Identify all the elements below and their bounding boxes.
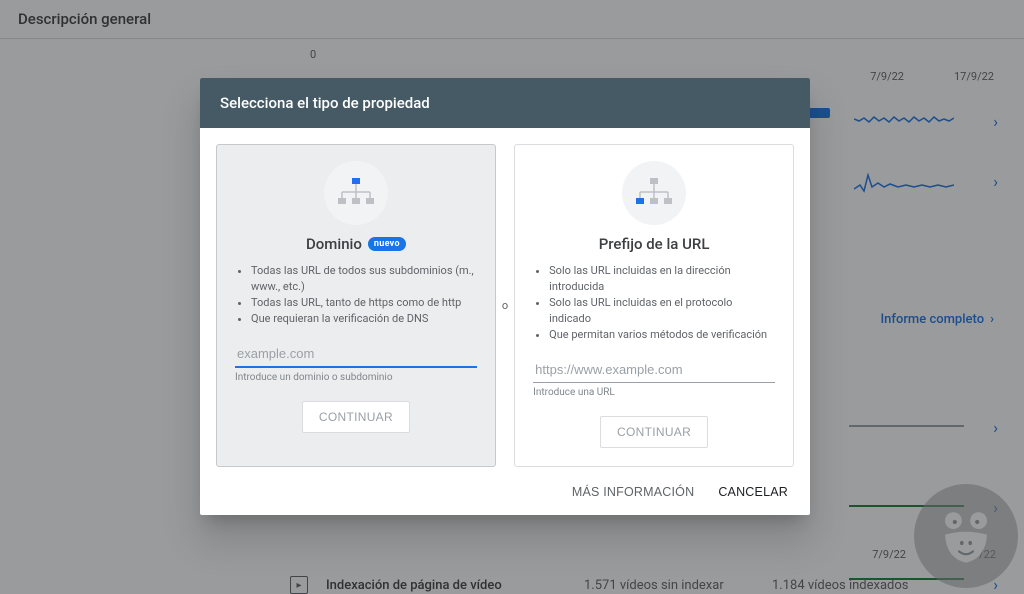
domain-card-bullets: Todas las URL de todos sus subdominios (… [235,263,477,327]
url-card-title: Prefijo de la URL [599,235,710,253]
bullet: Que permitan varios métodos de verificac… [549,327,775,343]
url-input-field [533,357,775,383]
url-prefix-card[interactable]: Prefijo de la URL Solo las URL incluidas… [514,144,794,467]
url-continue-button[interactable]: CONTINUAR [600,416,708,448]
bullet: Todas las URL, tanto de https como de ht… [251,295,477,311]
modal-title: Selecciona el tipo de propiedad [200,78,810,128]
domain-input-helper: Introduce un dominio o subdominio [235,372,477,383]
or-separator: o [500,299,510,312]
url-card-bullets: Solo las URL incluidas en la dirección i… [533,263,775,343]
bullet: Solo las URL incluidas en la dirección i… [549,263,775,295]
title-text: Dominio [306,235,362,253]
bullet: Que requieran la verificación de DNS [251,311,477,327]
url-input[interactable] [533,357,775,383]
cancel-button[interactable]: CANCELAR [718,485,788,499]
domain-card[interactable]: Dominio nuevo Todas las URL de todos sus… [216,144,496,467]
modal-cards: Dominio nuevo Todas las URL de todos sus… [200,128,810,471]
more-info-button[interactable]: MÁS INFORMACIÓN [572,485,694,499]
domain-input[interactable] [235,341,477,368]
title-text: Prefijo de la URL [599,235,710,253]
property-type-modal: Selecciona el tipo de propiedad Dominio [200,78,810,515]
new-badge: nuevo [368,237,406,251]
url-input-helper: Introduce una URL [533,387,775,398]
sitemap-icon [324,161,388,225]
domain-input-field [235,341,477,368]
domain-card-title: Dominio nuevo [306,235,406,253]
domain-continue-button[interactable]: CONTINUAR [302,401,410,433]
modal-footer: MÁS INFORMACIÓN CANCELAR [200,471,810,515]
sitemap-icon [622,161,686,225]
bullet: Solo las URL incluidas en el protocolo i… [549,295,775,327]
bullet: Todas las URL de todos sus subdominios (… [251,263,477,295]
